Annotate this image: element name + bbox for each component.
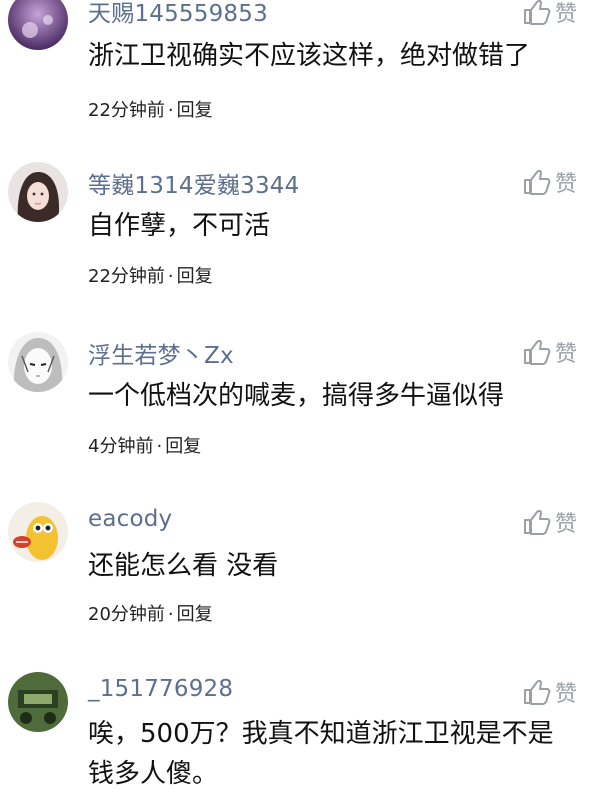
comment-text: 一个低档次的喊麦，搞得多牛逼似得 <box>88 381 505 411</box>
comment-text: 浙江卫视确实不应该这样，绝对做错了 <box>88 41 531 71</box>
comment-item: 等巍1314爱巍3344 赞 自作孽，不可活 22分钟前 · 回复 <box>0 148 613 318</box>
like-label: 赞 <box>554 512 577 537</box>
like-button[interactable]: 赞 <box>523 506 577 538</box>
thumbs-up-icon <box>523 339 551 365</box>
avatar[interactable] <box>8 672 68 732</box>
reply-button[interactable]: 回复 <box>177 100 213 121</box>
yellow-cartoon-avatar-icon <box>8 502 68 562</box>
thumbs-up-icon <box>523 169 551 195</box>
timestamp: 20分钟前 <box>88 604 165 625</box>
comment-item: 浮生若梦丶Zx 赞 一个低档次的喊麦，搞得多牛逼似得 4分钟前 · 回复 <box>0 318 613 488</box>
reply-button[interactable]: 回复 <box>177 604 213 625</box>
comment-item: eacody 赞 还能怎么看 没看 20分钟前 · 回复 <box>0 488 613 658</box>
thumbs-up-icon <box>523 509 551 535</box>
green-photo-avatar-icon <box>8 672 68 732</box>
purple-scene-avatar-icon <box>8 0 68 50</box>
like-button[interactable]: 赞 <box>523 676 577 708</box>
avatar[interactable] <box>8 332 68 392</box>
comment-feed: 天赐145559853 赞 浙江卫视确实不应该这样，绝对做错了 22分钟前 · 回复 <box>0 0 613 811</box>
comment-meta: 22分钟前 · 回复 <box>88 100 213 121</box>
like-button[interactable]: 赞 <box>523 0 577 28</box>
comment-text: 还能怎么看 没看 <box>88 551 279 581</box>
timestamp: 22分钟前 <box>88 100 165 121</box>
comment-meta: 22分钟前 · 回复 <box>88 266 213 287</box>
username[interactable]: 天赐145559853 <box>88 0 268 28</box>
username[interactable]: eacody <box>88 506 172 532</box>
avatar[interactable] <box>8 0 68 50</box>
comment-text: 自作孽，不可活 <box>88 211 271 241</box>
like-button[interactable]: 赞 <box>523 336 577 368</box>
comment-meta: 4分钟前 · 回复 <box>88 436 202 457</box>
reply-button[interactable]: 回复 <box>177 266 213 287</box>
like-label: 赞 <box>554 2 577 27</box>
username[interactable]: 浮生若梦丶Zx <box>88 336 234 370</box>
avatar[interactable] <box>8 502 68 562</box>
username[interactable]: _151776928 <box>88 676 233 702</box>
timestamp: 4分钟前 <box>88 436 154 457</box>
timestamp: 22分钟前 <box>88 266 165 287</box>
thumbs-up-icon <box>523 679 551 705</box>
like-button[interactable]: 赞 <box>523 166 577 198</box>
like-label: 赞 <box>554 172 577 197</box>
username[interactable]: 等巍1314爱巍3344 <box>88 166 299 200</box>
comment-item: 天赐145559853 赞 浙江卫视确实不应该这样，绝对做错了 22分钟前 · 回复 <box>0 0 613 148</box>
comment-item: _151776928 赞 唉，500万？我真不知道浙江卫视是不是钱多人傻。 <box>0 658 613 811</box>
avatar[interactable] <box>8 162 68 222</box>
comment-text: 唉，500万？我真不知道浙江卫视是不是钱多人傻。 <box>88 719 554 789</box>
reply-button[interactable]: 回复 <box>165 436 201 457</box>
anime-sketch-avatar-icon <box>8 332 68 392</box>
like-label: 赞 <box>554 342 577 367</box>
thumbs-up-icon <box>523 0 551 25</box>
like-label: 赞 <box>554 682 577 707</box>
comment-meta: 20分钟前 · 回复 <box>88 604 213 625</box>
girl-portrait-avatar-icon <box>8 162 68 222</box>
